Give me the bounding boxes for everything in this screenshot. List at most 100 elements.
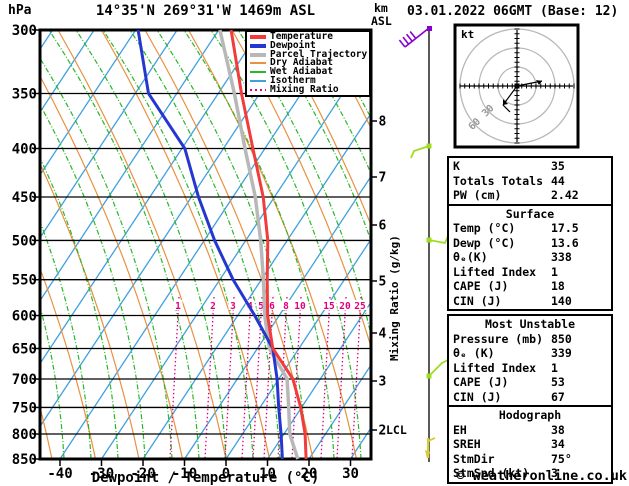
mixing-ratio-line	[336, 296, 347, 459]
stats-row: θₑ (K) 339	[449, 346, 611, 361]
pressure-tick-label: 550	[12, 273, 37, 289]
stats-value: 339	[551, 346, 572, 360]
mixing-ratio-tick-label: 2	[210, 301, 216, 312]
stats-value: 18	[551, 279, 565, 293]
stats-value: 140	[551, 293, 572, 308]
x-axis-title: Dewpoint / Temperature (°C)	[91, 470, 320, 486]
stats-value: 338	[551, 250, 572, 264]
stats-key: CAPE (J)	[453, 279, 509, 293]
mixing-ratio-tick-label: 6	[269, 301, 275, 312]
stats-value: 17.5	[551, 221, 579, 235]
stats-group: Surface Temp (°C) 17.5 Dewp (°C) 13.6 θₑ(K) 33…	[447, 203, 613, 311]
legend-sample-thin	[250, 79, 266, 82]
legend-label: Mixing Ratio	[270, 83, 339, 95]
stats-value: 75°	[551, 451, 572, 466]
mixing-ratio-tick-label: 10	[294, 301, 306, 312]
stats-row: CIN (J) 67	[449, 390, 611, 405]
pressure-tick-label: 750	[12, 400, 37, 416]
stats-row: Totals Totals 44	[449, 174, 611, 189]
stats-row: Temp (°C) 17.5	[449, 221, 611, 236]
stats-key: Temp (°C)	[453, 221, 516, 235]
pressure-tick-label: 450	[12, 190, 37, 206]
station-title: 14°35'N 269°31'W 1469m ASL	[95, 3, 316, 19]
pressure-tick-label: 350	[12, 86, 37, 102]
stats-row: Lifted Index 1	[449, 361, 611, 376]
legend-sample-thin	[250, 71, 266, 74]
wind-barb	[426, 359, 449, 379]
pressure-tick-label: 700	[12, 372, 37, 388]
datetime-title: 03.01.2022 06GMT (Base: 12)	[407, 4, 619, 19]
mixing-ratio-tick-label: 3	[230, 301, 236, 312]
pressure-tick-label: 600	[12, 309, 37, 325]
hodograph: 3060	[453, 23, 580, 149]
stats-key: StmDir	[453, 451, 495, 466]
wind-barb	[398, 26, 432, 48]
stats-key: CAPE (J)	[453, 375, 509, 389]
legend-item: Mixing Ratio	[247, 83, 369, 95]
stats-row: PW (cm) 2.42	[449, 188, 611, 203]
mixing-ratio-tick-label: 25	[354, 301, 366, 312]
stats-value: 1	[551, 360, 558, 375]
stats-group: Most Unstable Pressure (mb) 850 θₑ (K) 339 Li…	[447, 314, 613, 407]
stats-key: Lifted Index	[453, 360, 537, 375]
altitude-tick-label: 6	[379, 219, 387, 234]
stats-value: 2.42	[551, 188, 579, 202]
pressure-tick-label: 300	[12, 23, 37, 39]
stats-key: θₑ (K)	[453, 346, 495, 360]
pressure-tick-label: 850	[12, 452, 37, 468]
altitude-tick-label: 7	[379, 171, 387, 186]
hodograph-unit-label: kt	[461, 28, 475, 41]
mixing-ratio-tick-label: 20	[339, 301, 351, 312]
stats-row: Pressure (mb) 850	[449, 332, 611, 347]
mixing-ratio-tick-label: 8	[283, 301, 289, 312]
lcl-label: LCL	[386, 423, 407, 437]
wind-barb-column	[398, 26, 449, 462]
isotherm-line	[0, 30, 11, 459]
stats-value: 53	[551, 375, 565, 389]
pressure-axis-unit: hPa	[8, 3, 32, 18]
stats-key: Totals Totals	[453, 173, 544, 188]
stats-key: SREH	[453, 437, 481, 451]
stats-row: CIN (J) 140	[449, 294, 611, 309]
stats-row: StmDir 75°	[449, 452, 611, 467]
wind-barb	[426, 235, 449, 245]
stats-row: CAPE (J) 18	[449, 279, 611, 294]
stats-value: 44	[551, 173, 565, 188]
sounding-page: 1 2 3 4 5 6 8 10 15 20 25 300 350 400 450 500 550 600 650 7…	[0, 0, 629, 486]
stats-key: EH	[453, 422, 467, 437]
mixing-ratio-tick-label: 15	[323, 301, 335, 312]
wet-adiabat-line	[75, 30, 227, 459]
copyright: © weatheronline.co.uk	[456, 468, 627, 484]
legend-box: Temperature Dewpoint Parcel Trajectory Dry …	[245, 30, 371, 97]
mixing-ratio-line	[224, 296, 235, 459]
stats-row: SREH 34	[449, 437, 611, 452]
altitude-axis-ref: ASL	[371, 14, 392, 28]
legend-sample-thick	[250, 35, 266, 40]
pressure-tick-label: 400	[12, 142, 37, 158]
wet-adiabat-line	[102, 30, 254, 459]
legend-sample-thin	[250, 62, 266, 65]
stats-group-title: Surface	[505, 206, 555, 221]
stats-value: 35	[551, 159, 565, 173]
wind-barb	[425, 437, 436, 459]
stats-row: EH 38	[449, 423, 611, 438]
stats-value: 1	[551, 264, 558, 279]
mixing-ratio-tick-label: 1	[175, 301, 181, 312]
altitude-axis-unit: km	[374, 1, 388, 15]
altitude-tick-label: 4	[379, 327, 387, 342]
stats-value: 34	[551, 437, 565, 451]
stats-key: CIN (J)	[453, 389, 502, 404]
legend-sample-thick	[250, 44, 266, 49]
stats-row: θₑ(K) 338	[449, 250, 611, 265]
stats-value: 67	[551, 389, 565, 404]
stats-panel: K 35 Totals Totals 44 PW (cm) 2.42 Surface Temp…	[447, 156, 613, 484]
stats-key: θₑ(K)	[453, 250, 488, 264]
stats-key: Dewp (°C)	[453, 235, 516, 250]
pressure-tick-label: 800	[12, 427, 37, 443]
pressure-tick-label: 650	[12, 341, 37, 357]
stats-row: Lifted Index 1	[449, 265, 611, 280]
stats-key: CIN (J)	[453, 293, 502, 308]
stats-group-title: Most Unstable	[484, 317, 575, 331]
mixing-ratio-axis-title: Mixing Ratio (g/kg)	[388, 235, 401, 361]
altitude-tick-label: 8	[379, 115, 387, 130]
